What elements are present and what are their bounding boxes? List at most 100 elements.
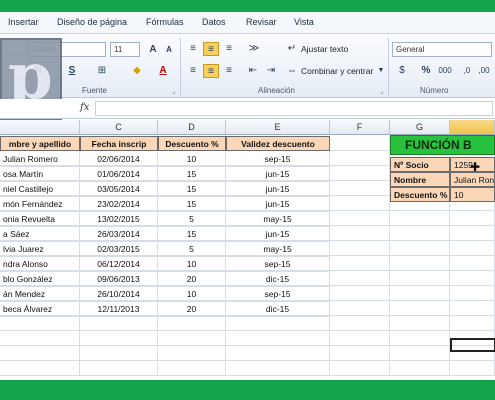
cell-validity[interactable]: sep-15 — [226, 152, 330, 167]
grid-cell[interactable] — [158, 331, 226, 346]
cell-validity[interactable]: sep-15 — [226, 257, 330, 272]
grid-cell[interactable] — [330, 181, 390, 196]
cell-name[interactable]: becа Álvarez — [0, 302, 80, 317]
grid-cell[interactable] — [330, 136, 390, 151]
function-title[interactable]: FUNCIÓN B — [390, 135, 495, 155]
font-size-select[interactable]: 11 — [110, 42, 140, 57]
cell-validity[interactable]: sep-15 — [226, 287, 330, 302]
lookup-value-nombre[interactable]: Julian Ron — [450, 172, 495, 187]
cell-date[interactable]: 03/05/2014 — [80, 182, 158, 197]
cell-date[interactable]: 26/03/2014 — [80, 227, 158, 242]
cell-date[interactable]: 12/11/2013 — [80, 302, 158, 317]
cell-validity[interactable]: jun-15 — [226, 167, 330, 182]
cell-name[interactable]: niel Castillejo — [0, 182, 80, 197]
cell-discount[interactable]: 15 — [158, 182, 226, 197]
cell-discount[interactable]: 10 — [158, 287, 226, 302]
table-header-discount[interactable]: Descuento % — [158, 136, 226, 151]
grid-cell[interactable] — [450, 286, 495, 301]
cell-validity[interactable]: may-15 — [226, 242, 330, 257]
grid-cell[interactable] — [390, 226, 450, 241]
cell-name[interactable]: Julian Romero — [0, 152, 80, 167]
cell-validity[interactable]: jun-15 — [226, 227, 330, 242]
grid-cell[interactable] — [226, 361, 330, 376]
lookup-label-nombre[interactable]: Nombre — [390, 172, 450, 187]
grid-cell[interactable] — [0, 361, 80, 376]
table-header-validity[interactable]: Validez descuento — [226, 136, 330, 151]
lookup-value-descuento[interactable]: 10 — [450, 187, 495, 202]
grid-cell[interactable] — [450, 301, 495, 316]
table-header-name[interactable]: mbre y apellido — [0, 136, 80, 151]
align-right-icon[interactable]: ≡ — [222, 64, 236, 78]
decrease-indent-icon[interactable]: ⇤ — [246, 64, 260, 78]
grid-cell[interactable] — [330, 316, 390, 331]
grid-cell[interactable] — [330, 346, 390, 361]
cell-discount[interactable]: 5 — [158, 212, 226, 227]
thousands-button[interactable]: 000 — [436, 64, 454, 78]
cell-name[interactable]: blo González — [0, 272, 80, 287]
cell-discount[interactable]: 20 — [158, 302, 226, 317]
currency-icon[interactable]: $ — [395, 64, 409, 78]
fill-color-icon[interactable]: ◆ — [130, 64, 144, 78]
tab-insertar[interactable]: Insertar — [8, 17, 39, 27]
column-header-c[interactable]: C — [80, 120, 158, 135]
orientation-icon[interactable]: ≫ — [246, 42, 262, 56]
grid-cell[interactable] — [390, 331, 450, 346]
grid-cell[interactable] — [0, 346, 80, 361]
font-color-icon[interactable]: A — [156, 64, 170, 78]
merge-center-button[interactable]: Combinar y centrar — [301, 66, 373, 76]
cell-discount[interactable]: 15 — [158, 167, 226, 182]
grid-cell[interactable] — [330, 226, 390, 241]
grid-cell[interactable] — [80, 316, 158, 331]
grid-cell[interactable] — [0, 331, 80, 346]
cell-date[interactable]: 26/10/2014 — [80, 287, 158, 302]
grid-cell[interactable] — [226, 346, 330, 361]
cell-name[interactable]: án Mendez — [0, 287, 80, 302]
alignment-dialog-launcher-icon[interactable]: ⌟ — [380, 87, 383, 95]
grid-cell[interactable] — [330, 241, 390, 256]
grid-cell[interactable] — [450, 361, 495, 376]
lookup-label-socio[interactable]: Nº Socio — [390, 157, 450, 172]
borders-icon[interactable]: ⊞ — [96, 64, 108, 78]
grid-cell[interactable] — [330, 331, 390, 346]
merge-dropdown-icon[interactable]: ▼ — [376, 64, 386, 78]
font-dialog-launcher-icon[interactable]: ⌟ — [172, 87, 175, 95]
tab-revisar[interactable]: Revisar — [246, 17, 277, 27]
fx-icon[interactable]: fx — [80, 102, 89, 113]
cell-name[interactable]: onia Revuelta — [0, 212, 80, 227]
cell-validity[interactable]: jun-15 — [226, 197, 330, 212]
grid-cell[interactable] — [330, 361, 390, 376]
grid-cell[interactable] — [330, 166, 390, 181]
grid-cell[interactable] — [80, 346, 158, 361]
tab-diseno-pagina[interactable]: Diseño de página — [57, 17, 127, 27]
number-format-select[interactable]: General — [392, 42, 492, 57]
column-header-g[interactable]: G — [390, 120, 450, 135]
align-top-icon[interactable]: ≡ — [186, 42, 200, 56]
cell-discount[interactable]: 5 — [158, 242, 226, 257]
grid-cell[interactable] — [226, 331, 330, 346]
tab-vista[interactable]: Vista — [294, 17, 314, 27]
cell-date[interactable]: 09/06/2013 — [80, 272, 158, 287]
grid-cell[interactable] — [450, 211, 495, 226]
grid-cell[interactable] — [390, 346, 450, 361]
cell-date[interactable]: 13/02/2015 — [80, 212, 158, 227]
column-header-b[interactable] — [0, 120, 80, 135]
cell-name[interactable]: lvia Juarez — [0, 242, 80, 257]
table-header-date[interactable]: Fecha inscrip — [80, 136, 158, 151]
cell-name[interactable]: ndra Alonso — [0, 257, 80, 272]
cell-name[interactable]: osa Martín — [0, 167, 80, 182]
increase-indent-icon[interactable]: ⇥ — [264, 64, 278, 78]
grid-cell[interactable] — [390, 211, 450, 226]
align-left-icon[interactable]: ≡ — [186, 64, 200, 78]
wrap-text-button[interactable]: Ajustar texto — [301, 44, 348, 54]
align-middle-icon[interactable]: ≡ — [203, 42, 219, 56]
tab-datos[interactable]: Datos — [202, 17, 226, 27]
cell-discount[interactable]: 20 — [158, 272, 226, 287]
grid-cell[interactable] — [226, 316, 330, 331]
cell-name[interactable]: món Fernández — [0, 197, 80, 212]
grid-cell[interactable] — [450, 241, 495, 256]
percent-button[interactable]: % — [420, 64, 432, 78]
cell-validity[interactable]: may-15 — [226, 212, 330, 227]
grid-cell[interactable] — [390, 301, 450, 316]
cell-date[interactable]: 02/03/2015 — [80, 242, 158, 257]
column-header-f[interactable]: F — [330, 120, 390, 135]
